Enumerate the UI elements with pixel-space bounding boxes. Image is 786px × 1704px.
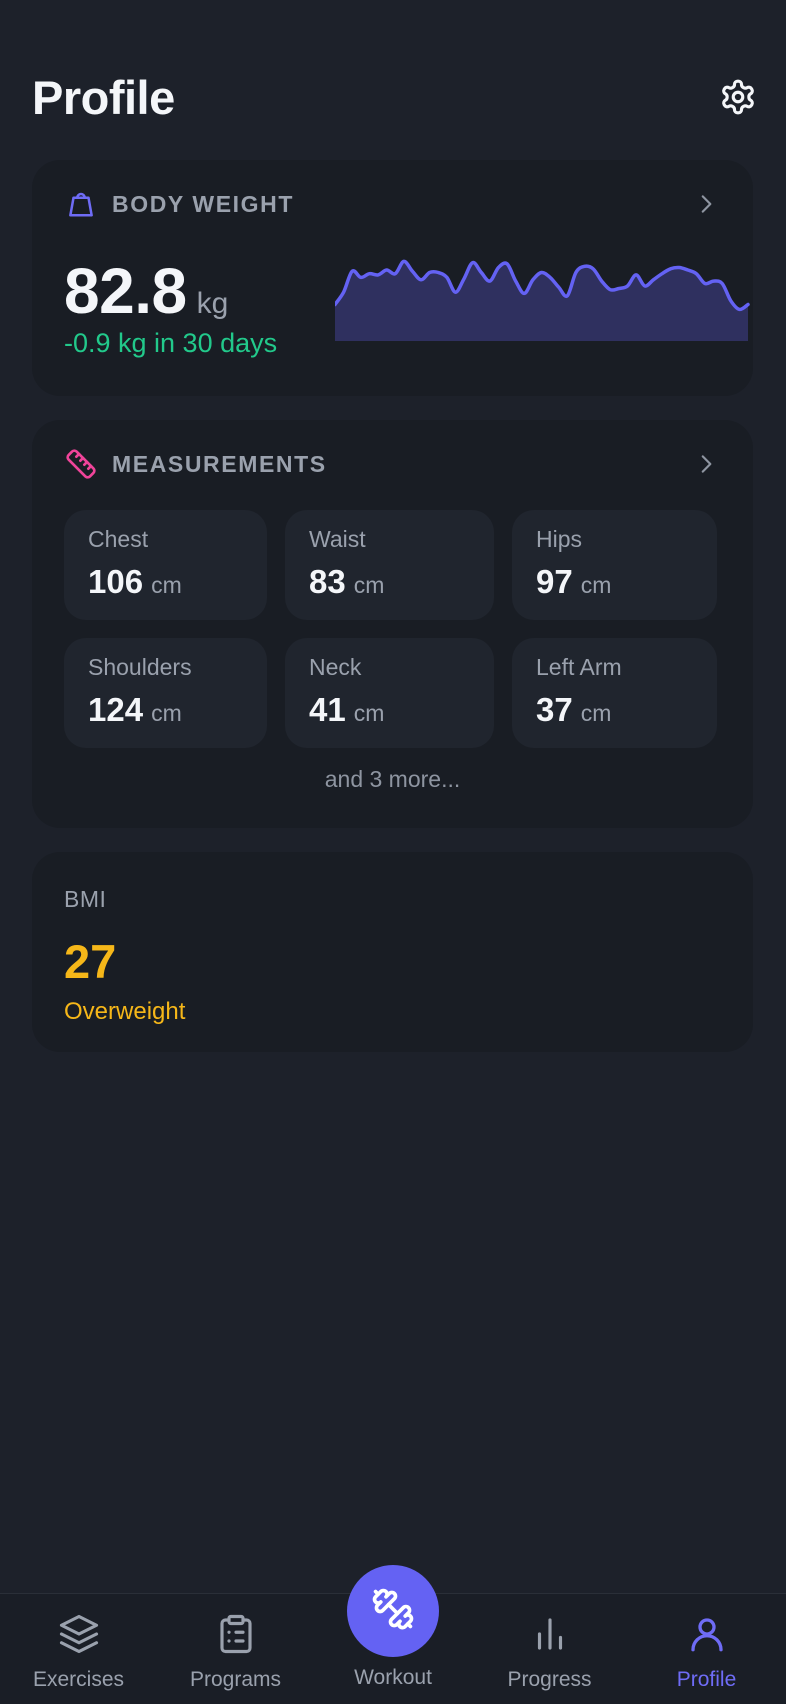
workout-button[interactable]: [347, 1565, 439, 1657]
measurement-unit: cm: [353, 572, 385, 598]
chevron-right-icon[interactable]: [691, 449, 721, 479]
measurement-value: 106: [88, 563, 144, 600]
measurement-label: Waist: [309, 526, 366, 552]
clipboard-list-icon: [214, 1612, 258, 1656]
measurement-value: 41: [309, 691, 346, 728]
measurement-tile-hips[interactable]: Hips 97 cm: [512, 510, 717, 620]
measurement-tile-neck[interactable]: Neck 41 cm: [285, 638, 494, 748]
measurement-unit: cm: [353, 700, 385, 726]
body-weight-title: BODY WEIGHT: [112, 190, 295, 217]
measurements-title: MEASUREMENTS: [112, 450, 327, 477]
measurements-header: MEASUREMENTS: [64, 444, 721, 484]
chevron-right-icon[interactable]: [691, 189, 721, 219]
measurement-unit: cm: [151, 700, 182, 726]
measurement-value: 124: [88, 691, 144, 728]
measurement-value: 97: [536, 563, 573, 600]
measurement-tile-chest[interactable]: Chest 106 cm: [64, 510, 267, 620]
measurement-label: Neck: [309, 654, 362, 680]
bmi-card: BMI 27 Overweight: [32, 852, 753, 1052]
measurements-card[interactable]: MEASUREMENTS Chest 106 cm Waist 83 cm Hips…: [32, 420, 753, 828]
nav-label: Programs: [189, 1668, 282, 1691]
bmi-value: 27: [64, 935, 117, 988]
measurement-unit: cm: [151, 572, 182, 598]
header: Profile: [32, 64, 754, 130]
page-title: Profile: [32, 70, 175, 124]
measurement-tile-shoulders[interactable]: Shoulders 124 cm: [64, 638, 267, 748]
measurement-label: Hips: [536, 526, 583, 552]
measurement-label: Shoulders: [88, 654, 192, 680]
nav-label: Exercises: [32, 1668, 125, 1691]
weight-sparkline: [335, 259, 750, 341]
measurement-value: 83: [309, 563, 346, 600]
workout-label[interactable]: Workout: [313, 1666, 473, 1690]
nav-item-progress[interactable]: Progress: [471, 1594, 628, 1704]
weight-icon: [64, 187, 98, 221]
measurement-tile-waist[interactable]: Waist 83 cm: [285, 510, 494, 620]
ruler-icon: [64, 447, 98, 481]
dumbbell-icon: [371, 1587, 415, 1636]
measurement-unit: cm: [580, 700, 612, 726]
layers-icon: [57, 1612, 101, 1656]
body-weight-header: BODY WEIGHT: [64, 184, 721, 224]
measurement-unit: cm: [580, 572, 612, 598]
body-weight-change: -0.9 kg in 30 days: [64, 328, 278, 358]
nav-item-profile[interactable]: Profile: [628, 1594, 785, 1704]
measurement-tile-left-arm[interactable]: Left Arm 37 cm: [512, 638, 717, 748]
body-weight-number: 82.8: [64, 255, 187, 327]
body-weight-unit: kg: [196, 287, 229, 320]
user-icon: [685, 1612, 729, 1656]
nav-label: Progress: [507, 1668, 592, 1691]
body-weight-card[interactable]: BODY WEIGHT 82.8 kg -0.9 kg in 30 days: [32, 160, 753, 396]
bmi-status: Overweight: [64, 998, 186, 1025]
measurements-grid: Chest 106 cm Waist 83 cm Hips 97 cm Shoulde…: [64, 510, 721, 748]
nav-item-programs[interactable]: Programs: [157, 1594, 314, 1704]
gear-icon[interactable]: [718, 77, 758, 117]
nav-item-exercises[interactable]: Exercises: [0, 1594, 157, 1704]
measurement-label: Left Arm: [536, 654, 622, 680]
bmi-label: BMI: [64, 886, 107, 912]
more-measurements-link[interactable]: and 3 more...: [32, 766, 753, 793]
bar-chart-icon: [528, 1612, 572, 1656]
measurement-label: Chest: [88, 526, 149, 552]
nav-label: Profile: [676, 1668, 737, 1691]
body-weight-value: 82.8 kg: [64, 254, 228, 328]
measurement-value: 37: [536, 691, 573, 728]
